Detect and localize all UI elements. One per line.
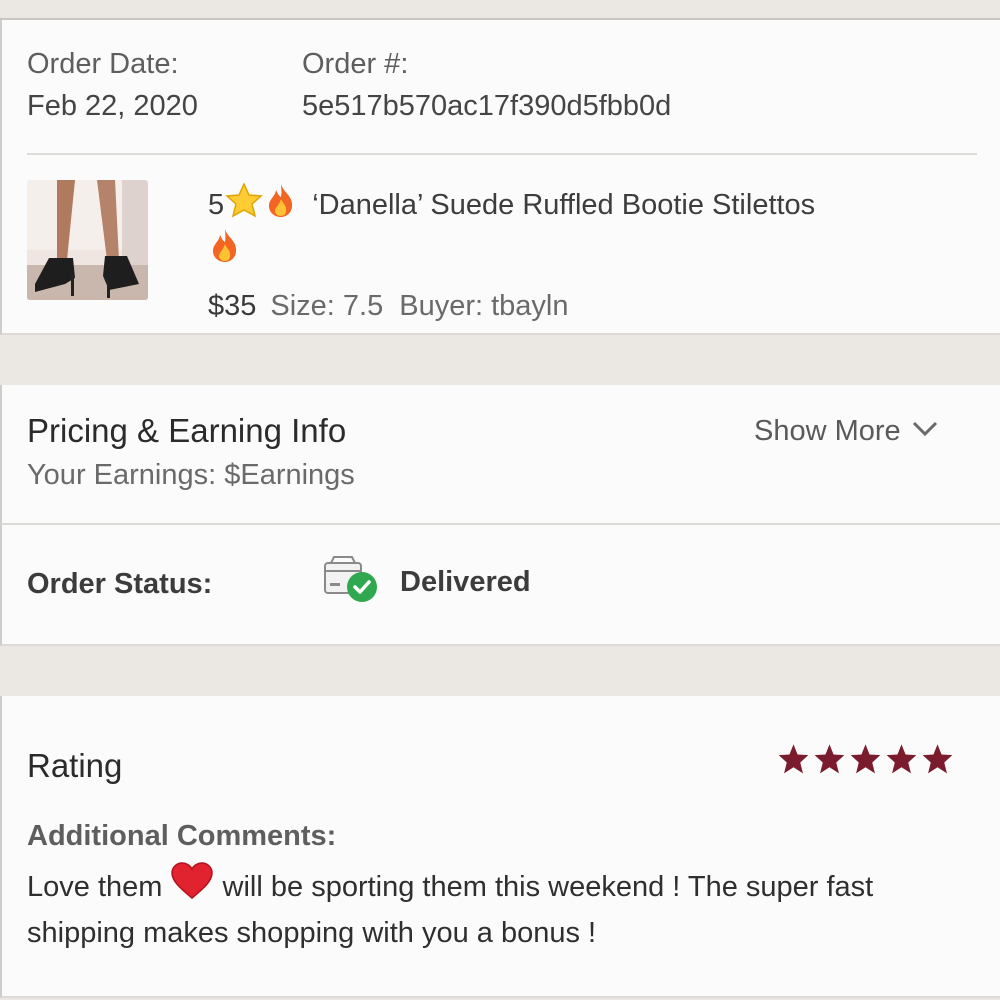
item-thumbnail[interactable] [27,180,148,300]
item-title-line[interactable]: 5 ‘Danella’ Suede Ruffled Bootie Stilett… [208,182,815,226]
order-number-value: 5e517b570ac17f390d5fbb0d [302,90,672,122]
section-gap [0,646,1000,696]
star-emoji-icon [224,182,264,226]
rating-star-icon [922,744,953,774]
order-details-page: Order Date: Feb 22, 2020 Order #: 5e517b… [0,0,1000,1000]
rating-title: Rating [27,747,123,784]
shoe-photo-image [27,180,148,300]
order-date-value: Feb 22, 2020 [27,90,198,122]
order-status-label: Order Status: [27,568,213,600]
show-more-label: Show More [754,415,901,447]
order-card: Order Date: Feb 22, 2020 Order #: 5e517b… [0,20,1000,335]
pricing-card: Pricing & Earning Info Your Earnings: $E… [0,385,1000,525]
item-title-text: ‘Danella’ Suede Ruffled Bootie Stilettos [312,189,816,221]
top-strip [0,0,1000,20]
item-price: $35 [208,290,257,322]
item-buyer[interactable]: Buyer: tbayln [399,290,568,322]
item-title-prefix: 5 [208,189,225,221]
earnings-text: Your Earnings: $Earnings [27,459,355,491]
item-size: Size: 7.5 [270,290,384,322]
pricing-title: Pricing & Earning Info [27,412,347,449]
item-title-line2 [208,225,242,273]
comment-part1: Love them [27,871,163,903]
section-gap [0,335,1000,385]
rating-star-icon [814,744,845,774]
red-heart-icon [170,862,214,912]
show-more-button[interactable]: Show More [754,415,939,448]
order-number-label: Order #: [302,48,409,80]
rating-star-icon [886,744,917,774]
item-meta: $35 Size: 7.5 Buyer: tbayln [208,290,569,323]
order-status-value: Delivered [400,566,531,598]
chevron-down-icon [912,421,937,437]
rating-card: Rating Additional Comments: Love them wi… [0,696,1000,998]
rating-star-icon [850,744,881,774]
order-status-card: Order Status: Delivered [0,525,1000,646]
divider [27,153,977,155]
comments-label: Additional Comments: [27,820,337,852]
star-rating [777,743,954,774]
rating-star-icon [778,744,809,774]
comments-text: Love them will be sporting them this wee… [27,862,977,954]
fire-emoji-icon [264,182,298,226]
fire-emoji-icon [208,225,242,273]
delivered-box-icon [322,555,380,605]
order-date-label: Order Date: [27,48,179,80]
